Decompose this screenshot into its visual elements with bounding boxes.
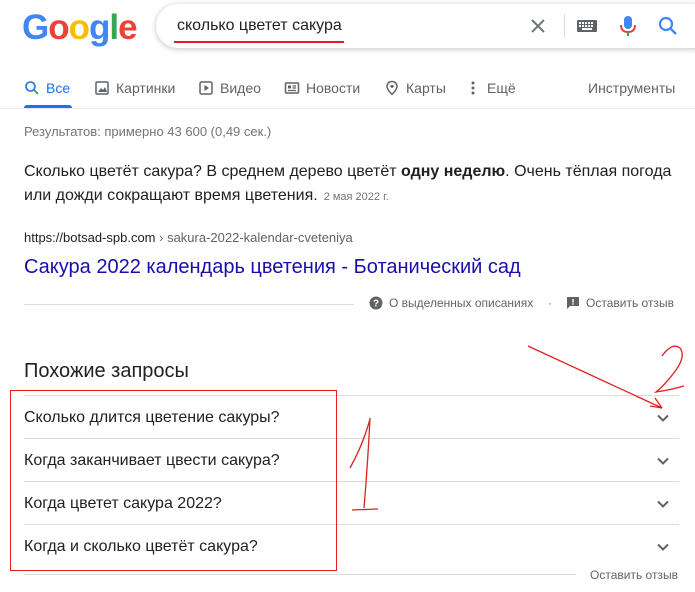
chevron-down-icon[interactable] xyxy=(653,537,673,557)
feedback-icon xyxy=(567,297,579,309)
tab-label: Ещё xyxy=(487,80,516,96)
tab-images[interactable]: Картинки xyxy=(94,78,175,98)
feedback-link[interactable]: Оставить отзыв xyxy=(566,296,674,310)
help-icon: ? xyxy=(369,296,383,310)
logo-letter: G xyxy=(22,8,49,47)
logo-letter: l xyxy=(109,8,119,47)
tab-all[interactable]: Все xyxy=(24,78,70,98)
tab-label: Видео xyxy=(220,80,261,96)
search-icon[interactable] xyxy=(656,14,680,38)
tab-news[interactable]: Новости xyxy=(284,78,360,98)
video-icon xyxy=(199,81,213,95)
tab-videos[interactable]: Видео xyxy=(198,78,261,98)
search-box[interactable]: сколько цветет сакура xyxy=(156,4,695,48)
url-path: › sakura-2022-kalendar-cveteniya xyxy=(155,230,353,245)
google-logo[interactable]: Google xyxy=(22,8,138,47)
logo-letter: o xyxy=(68,8,90,47)
tab-label: Новости xyxy=(306,80,361,96)
search-input[interactable]: сколько цветет сакура xyxy=(177,17,342,35)
logo-letter: g xyxy=(89,8,110,47)
snippet-text-before: Сколько цветёт сакура? В среднем дерево … xyxy=(24,163,401,180)
spellcheck-underline xyxy=(174,41,344,43)
snippet-divider xyxy=(24,304,354,305)
more-dots-icon xyxy=(471,81,475,95)
feedback-label: Оставить отзыв xyxy=(586,296,674,310)
result-title-link[interactable]: Сакура 2022 календарь цветения - Ботанич… xyxy=(24,256,521,279)
news-icon xyxy=(284,82,300,94)
annotation-highlight-box xyxy=(10,390,337,571)
snippet-highlight: одну неделю xyxy=(401,163,506,180)
related-searches-title: Похожие запросы xyxy=(24,360,189,382)
tab-label: Карты xyxy=(406,80,446,96)
separator-dot: · xyxy=(548,296,552,310)
chevron-down-icon[interactable] xyxy=(653,408,673,428)
search-icon xyxy=(25,81,39,95)
featured-snippet-text: Сколько цветёт сакура? В среднем дерево … xyxy=(24,160,684,209)
chevron-down-icon[interactable] xyxy=(653,494,673,514)
snippet-date: 2 мая 2022 г. xyxy=(323,191,389,203)
tab-label: Картинки xyxy=(116,80,176,96)
logo-letter: e xyxy=(118,8,137,47)
close-icon[interactable] xyxy=(526,14,550,38)
related-feedback-link[interactable]: Оставить отзыв xyxy=(590,568,678,582)
result-stats: Результатов: примерно 43 600 (0,49 сек.) xyxy=(24,124,272,139)
svg-text:?: ? xyxy=(373,299,379,310)
keyboard-icon[interactable] xyxy=(576,16,598,36)
tab-label: Все xyxy=(46,80,71,96)
image-icon xyxy=(95,81,109,95)
annotation-digit-2 xyxy=(653,345,685,393)
microphone-icon[interactable] xyxy=(618,14,638,38)
tab-more[interactable]: Ещё xyxy=(465,78,516,98)
chevron-down-icon[interactable] xyxy=(653,451,673,471)
about-featured-snippets-link[interactable]: ? О выделенных описаниях xyxy=(369,296,533,310)
tabs-divider xyxy=(0,108,695,109)
tab-maps[interactable]: Карты xyxy=(384,78,446,98)
result-url[interactable]: https://botsad-spb.com › sakura-2022-kal… xyxy=(24,230,353,245)
map-pin-icon xyxy=(386,80,398,96)
logo-letter: o xyxy=(48,8,69,47)
related-bottom-divider xyxy=(24,574,576,575)
about-label: О выделенных описаниях xyxy=(389,296,534,310)
tools-button[interactable]: Инструменты xyxy=(588,78,675,98)
url-domain: https://botsad-spb.com xyxy=(24,230,156,245)
search-box-divider xyxy=(564,14,565,38)
